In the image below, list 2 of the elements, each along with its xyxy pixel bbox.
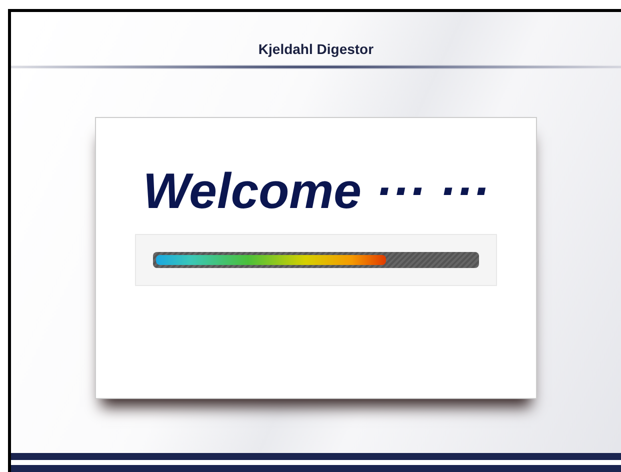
welcome-text: Welcome ··· ··· [142,166,490,216]
window-title: Kjeldahl Digestor [258,40,374,59]
